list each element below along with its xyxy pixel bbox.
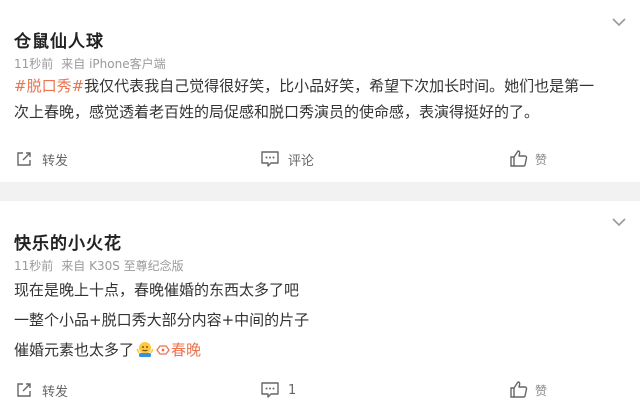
like-label: 赞 (535, 383, 548, 398)
post-text-line: 一整个小品+脱口秀大部分内容+中间的片子 (14, 311, 310, 329)
comment-icon (261, 151, 279, 167)
comment-icon (261, 382, 279, 398)
comment-count: 1 (288, 382, 297, 398)
topic-icon (156, 345, 170, 355)
comment-button[interactable]: 评论 (260, 147, 314, 171)
comment-label: 评论 (288, 153, 315, 169)
like-button[interactable]: 赞 (509, 378, 547, 402)
share-label: 转发 (42, 384, 69, 400)
like-button[interactable]: 赞 (509, 147, 547, 171)
post-body: 现在是晚上十点，春晚催婚的东西太多了吧 一整个小品+脱口秀大部分内容+中间的片子… (14, 275, 628, 365)
post-card: 快乐的小火花 11秒前 来自 K30S 至尊纪念版 现在是晚上十点，春晚催婚的东西… (0, 201, 640, 413)
share-label: 转发 (42, 153, 69, 169)
username[interactable]: 快乐的小火花 (14, 229, 122, 254)
action-bar: 转发 1 赞 (0, 378, 640, 402)
comment-button[interactable]: 1 (260, 378, 296, 402)
username[interactable]: 仓鼠仙人球 (14, 27, 104, 52)
share-icon (17, 383, 31, 397)
post-time: 11秒前 (14, 259, 54, 273)
post-text-line: 催婚元素也太多了 (14, 341, 135, 359)
post-text-line: 次上春晚，感觉透着老百姓的局促感和脱口秀演员的使命感，表演得挺好的了。 (14, 103, 540, 121)
post-body: #脱口秀#我仅代表我自己觉得很好笑，比小品好笑，希望下次加长时间。她们也是第一 … (14, 73, 628, 125)
shrug-emoji-icon (136, 342, 154, 357)
post-meta: 11秒前 来自 K30S 至尊纪念版 (14, 257, 184, 274)
post-source: 来自 K30S 至尊纪念版 (61, 259, 184, 273)
post-text-line: 现在是晚上十点，春晚催婚的东西太多了吧 (14, 281, 300, 299)
like-label: 赞 (535, 152, 548, 167)
post-card: 仓鼠仙人球 11秒前 来自 iPhone客户端 #脱口秀#我仅代表我自己觉得很好笑… (0, 0, 640, 182)
action-bar: 转发 评论 赞 (0, 147, 640, 171)
post-meta: 11秒前 来自 iPhone客户端 (14, 55, 166, 72)
share-icon (17, 152, 31, 166)
post-source: 来自 iPhone客户端 (61, 57, 166, 71)
share-button[interactable]: 转发 (14, 147, 68, 171)
hashtag-link[interactable]: #脱口秀# (14, 77, 84, 95)
thumbs-up-icon (510, 381, 528, 398)
thumbs-up-icon (510, 150, 528, 167)
chevron-down-icon[interactable] (610, 16, 628, 28)
topic-label: 春晚 (171, 341, 202, 359)
chevron-down-icon[interactable] (610, 216, 628, 228)
topic-link[interactable]: 春晚 (156, 341, 201, 359)
share-button[interactable]: 转发 (14, 378, 68, 402)
post-text-line: 我仅代表我自己觉得很好笑，比小品好笑，希望下次加长时间。她们也是第一 (84, 77, 595, 95)
post-time: 11秒前 (14, 57, 54, 71)
